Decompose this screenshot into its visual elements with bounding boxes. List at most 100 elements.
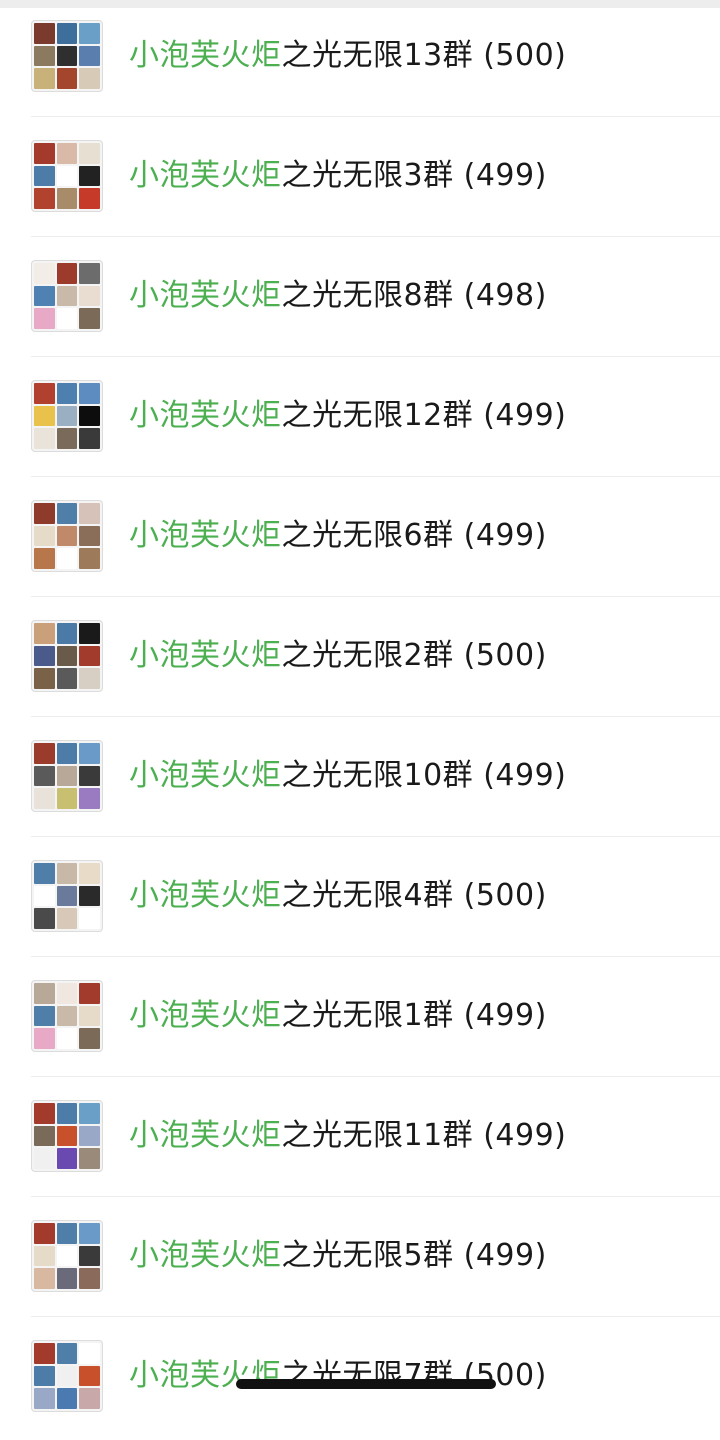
avatar-tile [79, 308, 100, 329]
group-name-rest: 之光无限4群 (500) [281, 878, 547, 913]
avatar-tile [34, 668, 55, 689]
group-avatar [31, 980, 103, 1052]
group-chat-item[interactable]: 小泡芙火炬之光无限8群 (498) [0, 240, 720, 360]
avatar-tile [79, 45, 100, 67]
group-name: 小泡芙火炬之光无限4群 (500) [129, 878, 547, 914]
avatar-tile [79, 1223, 100, 1244]
avatar-tile [56, 525, 78, 547]
avatar-tile [79, 1365, 100, 1387]
group-name: 小泡芙火炬之光无限2群 (500) [129, 638, 547, 674]
avatar-tile [34, 1125, 55, 1147]
avatar-tile [79, 383, 100, 404]
group-name-highlight: 小泡芙火炬 [129, 998, 282, 1033]
group-chat-item[interactable]: 小泡芙火炬之光无限1群 (499) [0, 960, 720, 1080]
row-divider [31, 1316, 720, 1317]
avatar-tile [56, 188, 78, 209]
group-name: 小泡芙火炬之光无限3群 (499) [129, 158, 547, 194]
group-chat-item[interactable]: 小泡芙火炬之光无限12群 (499) [0, 360, 720, 480]
group-avatar [31, 1220, 103, 1292]
avatar-tile [79, 1125, 100, 1147]
group-chat-item[interactable]: 小泡芙火炬之光无限10群 (499) [0, 720, 720, 840]
avatar-tile [56, 983, 78, 1004]
group-chat-item[interactable]: 小泡芙火炬之光无限5群 (499) [0, 1200, 720, 1320]
avatar-tile [34, 1268, 55, 1289]
group-chat-item[interactable]: 小泡芙火炬之光无限11群 (499) [0, 1080, 720, 1200]
avatar-tile [79, 1028, 100, 1049]
row-divider [31, 236, 720, 237]
group-avatar [31, 1340, 103, 1412]
avatar-tile [34, 885, 55, 907]
avatar-tile [34, 765, 55, 787]
avatar-tile [34, 405, 55, 427]
row-divider [31, 596, 720, 597]
avatar-tile [34, 383, 55, 404]
group-avatar [31, 140, 103, 212]
group-name: 小泡芙火炬之光无限6群 (499) [129, 518, 547, 554]
group-name: 小泡芙火炬之光无限5群 (499) [129, 1238, 547, 1274]
avatar-tile [79, 1103, 100, 1124]
avatar-tile [34, 548, 55, 569]
group-name-rest: 之光无限11群 (499) [281, 1118, 567, 1153]
avatar-tile [79, 1245, 100, 1267]
group-chat-item[interactable]: 小泡芙火炬之光无限3群 (499) [0, 120, 720, 240]
group-name-rest: 之光无限13群 (500) [281, 38, 567, 73]
group-name-rest: 之光无限8群 (498) [281, 278, 547, 313]
group-avatar [31, 380, 103, 452]
group-name-highlight: 小泡芙火炬 [129, 638, 282, 673]
avatar-tile [79, 188, 100, 209]
avatar-tile [56, 1245, 78, 1267]
avatar-tile [56, 1343, 78, 1364]
group-name-rest: 之光无限10群 (499) [281, 758, 567, 793]
row-divider [31, 716, 720, 717]
group-name-highlight: 小泡芙火炬 [129, 1118, 282, 1153]
group-name-highlight: 小泡芙火炬 [129, 518, 282, 553]
avatar-tile [79, 983, 100, 1004]
avatar-tile [34, 143, 55, 164]
avatar-tile [79, 908, 100, 929]
avatar-tile [56, 23, 78, 44]
avatar-tile [34, 263, 55, 284]
avatar-tile [79, 548, 100, 569]
group-name-highlight: 小泡芙火炬 [129, 398, 282, 433]
group-name-highlight: 小泡芙火炬 [129, 758, 282, 793]
avatar-tile [56, 645, 78, 667]
avatar-tile [79, 863, 100, 884]
avatar-tile [34, 285, 55, 307]
avatar-tile [79, 165, 100, 187]
group-name-rest: 之光无限2群 (500) [281, 638, 547, 673]
avatar-tile [56, 68, 78, 89]
avatar-tile [34, 525, 55, 547]
avatar-tile [34, 908, 55, 929]
avatar-tile [56, 143, 78, 164]
avatar-tile [34, 45, 55, 67]
group-chat-item[interactable]: 小泡芙火炬之光无限4群 (500) [0, 840, 720, 960]
avatar-tile [79, 143, 100, 164]
avatar-tile [79, 1343, 100, 1364]
row-divider [31, 956, 720, 957]
avatar-tile [34, 1388, 55, 1409]
avatar-tile [34, 1245, 55, 1267]
group-avatar [31, 1100, 103, 1172]
group-chat-item[interactable]: 小泡芙火炬之光无限6群 (499) [0, 480, 720, 600]
avatar-tile [56, 1028, 78, 1049]
avatar-tile [79, 885, 100, 907]
group-chat-item[interactable]: 小泡芙火炬之光无限2群 (500) [0, 600, 720, 720]
avatar-tile [79, 765, 100, 787]
avatar-tile [56, 263, 78, 284]
group-chat-item[interactable]: 小泡芙火炬之光无限13群 (500) [0, 0, 720, 120]
avatar-tile [34, 23, 55, 44]
avatar-tile [34, 623, 55, 644]
group-name: 小泡芙火炬之光无限1群 (499) [129, 998, 547, 1034]
row-divider [31, 116, 720, 117]
avatar-tile [79, 68, 100, 89]
group-name: 小泡芙火炬之光无限8群 (498) [129, 278, 547, 314]
avatar-tile [79, 668, 100, 689]
avatar-tile [56, 428, 78, 449]
avatar-tile [34, 645, 55, 667]
avatar-tile [34, 1343, 55, 1364]
avatar-tile [56, 1005, 78, 1027]
group-name-rest: 之光无限12群 (499) [281, 398, 567, 433]
group-name-highlight: 小泡芙火炬 [129, 1238, 282, 1273]
group-name-rest: 之光无限3群 (499) [281, 158, 547, 193]
avatar-tile [34, 1365, 55, 1387]
